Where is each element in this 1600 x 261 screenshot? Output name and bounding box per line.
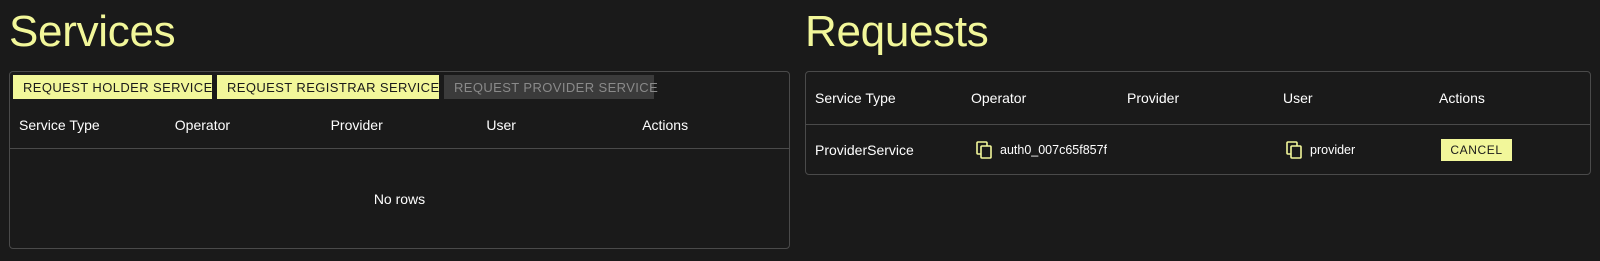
requests-title: Requests xyxy=(805,7,989,56)
column-header-provider[interactable]: Provider xyxy=(322,102,478,148)
column-header-service-type[interactable]: Service Type xyxy=(10,102,166,148)
services-header-row: Service Type Operator Provider User Acti… xyxy=(10,102,789,149)
column-header-user[interactable]: User xyxy=(477,102,633,148)
copy-icon[interactable] xyxy=(976,141,992,159)
request-holder-service-button[interactable]: REQUEST HOLDER SERVICE xyxy=(13,75,212,99)
column-header-actions[interactable]: Actions xyxy=(633,102,789,148)
services-empty-message: No rows xyxy=(373,190,426,207)
cell-operator: auth0_007c65f857f xyxy=(962,125,1118,175)
cell-actions: CANCEL xyxy=(1430,125,1586,175)
page: Services REQUEST HOLDER SERVICE REQUEST … xyxy=(0,0,1600,261)
cell-user: provider xyxy=(1274,125,1430,175)
column-header-operator[interactable]: Operator xyxy=(962,72,1118,124)
cell-provider xyxy=(1118,125,1274,175)
request-provider-service-button: REQUEST PROVIDER SERVICE xyxy=(444,75,658,99)
requests-grid: Service Type Operator Provider User Acti… xyxy=(805,71,1591,175)
operator-value: auth0_007c65f857f xyxy=(1000,143,1108,157)
column-header-service-type[interactable]: Service Type xyxy=(806,72,962,124)
user-value: provider xyxy=(1310,143,1356,157)
services-title: Services xyxy=(9,7,176,56)
services-grid: REQUEST HOLDER SERVICE REQUEST REGISTRAR… xyxy=(9,71,790,249)
table-row[interactable]: ProviderService auth0_007c65f857f provid… xyxy=(806,125,1590,175)
column-header-provider[interactable]: Provider xyxy=(1118,72,1274,124)
copy-icon[interactable] xyxy=(1286,141,1302,159)
column-header-actions[interactable]: Actions xyxy=(1430,72,1586,124)
column-header-operator[interactable]: Operator xyxy=(166,102,322,148)
cancel-button[interactable]: CANCEL xyxy=(1441,139,1512,161)
column-header-user[interactable]: User xyxy=(1274,72,1430,124)
services-toolbar: REQUEST HOLDER SERVICE REQUEST REGISTRAR… xyxy=(13,75,658,99)
cell-service-type: ProviderService xyxy=(815,142,914,158)
requests-header-row: Service Type Operator Provider User Acti… xyxy=(806,72,1590,125)
request-registrar-service-button[interactable]: REQUEST REGISTRAR SERVICE xyxy=(217,75,439,99)
